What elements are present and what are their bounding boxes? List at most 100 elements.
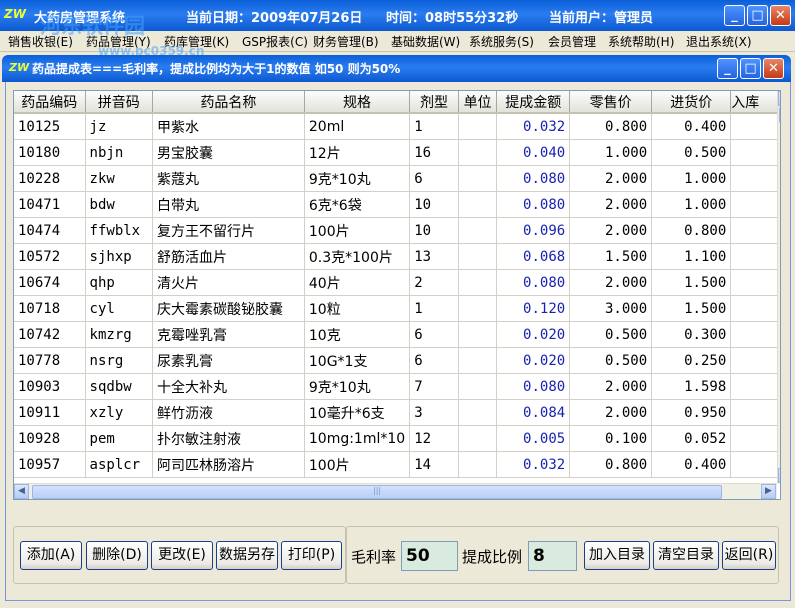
child-maximize-button[interactable]: □ (740, 58, 761, 79)
table-row[interactable]: 10674 qhp 清火片 40片 2 0.080 2.000 1.500 (14, 269, 780, 296)
cell-name[interactable]: 鲜竹沥液 (152, 399, 305, 426)
cell-form[interactable]: 6 (409, 165, 459, 192)
menu-basic-data[interactable]: 基础数据(W) (391, 33, 460, 50)
cell-pinyin[interactable]: cyl (85, 295, 154, 322)
cell-unit[interactable] (458, 451, 498, 478)
cell-name[interactable]: 男宝胶囊 (152, 139, 305, 166)
cell-commission[interactable]: 0.084 (496, 399, 571, 426)
cell-pinyin[interactable]: nbjn (85, 139, 154, 166)
cell-retail[interactable]: 2.000 (569, 191, 653, 218)
cell-commission[interactable]: 0.040 (496, 139, 571, 166)
cell-code[interactable]: 10125 (14, 113, 86, 140)
cell-spec[interactable]: 40片 (304, 269, 411, 296)
margin-input[interactable]: 50 (401, 541, 458, 571)
menu-system-service[interactable]: 系统服务(S) (469, 33, 534, 50)
menu-gsp[interactable]: GSP报表(C) (242, 33, 308, 50)
cell-form[interactable]: 6 (409, 321, 459, 348)
cell-commission[interactable]: 0.120 (496, 295, 571, 322)
cell-retail[interactable]: 0.800 (569, 113, 653, 140)
cell-code[interactable]: 10778 (14, 347, 86, 374)
cell-spec[interactable]: 0.3克*100片 (304, 243, 411, 270)
cell-code[interactable]: 10572 (14, 243, 86, 270)
cell-spec[interactable]: 10毫升*6支 (304, 399, 411, 426)
cell-cost[interactable]: 0.950 (651, 399, 732, 426)
cell-unit[interactable] (458, 217, 498, 244)
close-button[interactable]: ✕ (770, 5, 791, 26)
cell-code[interactable]: 10957 (14, 451, 86, 478)
cell-commission[interactable]: 0.080 (496, 269, 571, 296)
column-header-spec[interactable]: 规格 (304, 91, 411, 114)
cell-cost[interactable]: 0.250 (651, 347, 732, 374)
cell-name[interactable]: 清火片 (152, 269, 305, 296)
cell-spec[interactable]: 9克*10丸 (304, 373, 411, 400)
cell-name[interactable]: 紫蔻丸 (152, 165, 305, 192)
cell-form[interactable]: 1 (409, 113, 459, 140)
cell-pinyin[interactable]: jz (85, 113, 154, 140)
column-header-name[interactable]: 药品名称 (152, 91, 305, 114)
column-header-pinyin[interactable]: 拼音码 (85, 91, 154, 114)
cell-retail[interactable]: 2.000 (569, 269, 653, 296)
cell-unit[interactable] (458, 165, 498, 192)
table-row[interactable]: 10928 pem 扑尔敏注射液 10mg:1ml*10 12 0.005 0.100 0.0… (14, 425, 780, 452)
cell-form[interactable]: 10 (409, 191, 459, 218)
cell-pinyin[interactable]: qhp (85, 269, 154, 296)
cell-name[interactable]: 扑尔敏注射液 (152, 425, 305, 452)
maximize-button[interactable]: □ (747, 5, 768, 26)
table-row[interactable]: 10903 sqdbw 十全大补丸 9克*10丸 7 0.080 2.000 1.598 (14, 373, 780, 400)
cell-retail[interactable]: 0.100 (569, 425, 653, 452)
menu-exit[interactable]: 退出系统(X) (686, 33, 752, 50)
horizontal-scrollbar[interactable]: ◀ ||| ▶ (14, 483, 777, 499)
cell-code[interactable]: 10674 (14, 269, 86, 296)
vertical-scrollbar[interactable]: ▲ ▼ (777, 91, 780, 483)
cell-cost[interactable]: 0.300 (651, 321, 732, 348)
child-minimize-button[interactable]: _ (717, 58, 738, 79)
column-header-retail[interactable]: 零售价 (569, 91, 653, 114)
save-as-button[interactable]: 数据另存 (216, 541, 278, 570)
cell-spec[interactable]: 6克*6袋 (304, 191, 411, 218)
cell-spec[interactable]: 10克 (304, 321, 411, 348)
cell-pinyin[interactable]: zkw (85, 165, 154, 192)
cell-code[interactable]: 10928 (14, 425, 86, 452)
cell-code[interactable]: 10180 (14, 139, 86, 166)
cell-name[interactable]: 舒筋活血片 (152, 243, 305, 270)
cell-cost[interactable]: 1.000 (651, 165, 732, 192)
cell-stockin[interactable] (730, 451, 780, 478)
cell-cost[interactable]: 0.800 (651, 217, 732, 244)
cell-form[interactable]: 1 (409, 295, 459, 322)
cell-stockin[interactable] (730, 373, 780, 400)
cell-stockin[interactable] (730, 269, 780, 296)
cell-pinyin[interactable]: pem (85, 425, 154, 452)
cell-spec[interactable]: 12片 (304, 139, 411, 166)
cell-code[interactable]: 10911 (14, 399, 86, 426)
cell-stockin[interactable] (730, 113, 780, 140)
horizontal-scroll-thumb[interactable]: ||| (32, 485, 722, 499)
cell-pinyin[interactable]: asplcr (85, 451, 154, 478)
cell-commission[interactable]: 0.005 (496, 425, 571, 452)
cell-pinyin[interactable]: ffwblx (85, 217, 154, 244)
cell-form[interactable]: 3 (409, 399, 459, 426)
table-row[interactable]: 10474 ffwblx 复方王不留行片 100片 10 0.096 2.000 0.800 (14, 217, 780, 244)
menu-member[interactable]: 会员管理 (548, 33, 596, 50)
cell-unit[interactable] (458, 399, 498, 426)
cell-name[interactable]: 庆大霉素碳酸铋胶囊 (152, 295, 305, 322)
table-row[interactable]: 10471 bdw 白带丸 6克*6袋 10 0.080 2.000 1.000 (14, 191, 780, 218)
cell-name[interactable]: 十全大补丸 (152, 373, 305, 400)
add-to-catalog-button[interactable]: 加入目录 (584, 541, 650, 570)
cell-spec[interactable]: 10G*1支 (304, 347, 411, 374)
cell-cost[interactable]: 0.052 (651, 425, 732, 452)
cell-spec[interactable]: 9克*10丸 (304, 165, 411, 192)
vertical-scroll-thumb[interactable] (779, 107, 780, 123)
column-header-code[interactable]: 药品编码 (14, 91, 86, 114)
cell-cost[interactable]: 1.598 (651, 373, 732, 400)
cell-pinyin[interactable]: sjhxp (85, 243, 154, 270)
cell-unit[interactable] (458, 321, 498, 348)
table-row[interactable]: 10180 nbjn 男宝胶囊 12片 16 0.040 1.000 0.500 (14, 139, 780, 166)
cell-cost[interactable]: 1.500 (651, 269, 732, 296)
column-header-commission[interactable]: 提成金额 (496, 91, 571, 114)
cell-name[interactable]: 阿司匹林肠溶片 (152, 451, 305, 478)
cell-stockin[interactable] (730, 243, 780, 270)
delete-button[interactable]: 删除(D) (86, 541, 148, 570)
cell-retail[interactable]: 2.000 (569, 217, 653, 244)
menu-help[interactable]: 系统帮助(H) (608, 33, 674, 50)
cell-unit[interactable] (458, 295, 498, 322)
